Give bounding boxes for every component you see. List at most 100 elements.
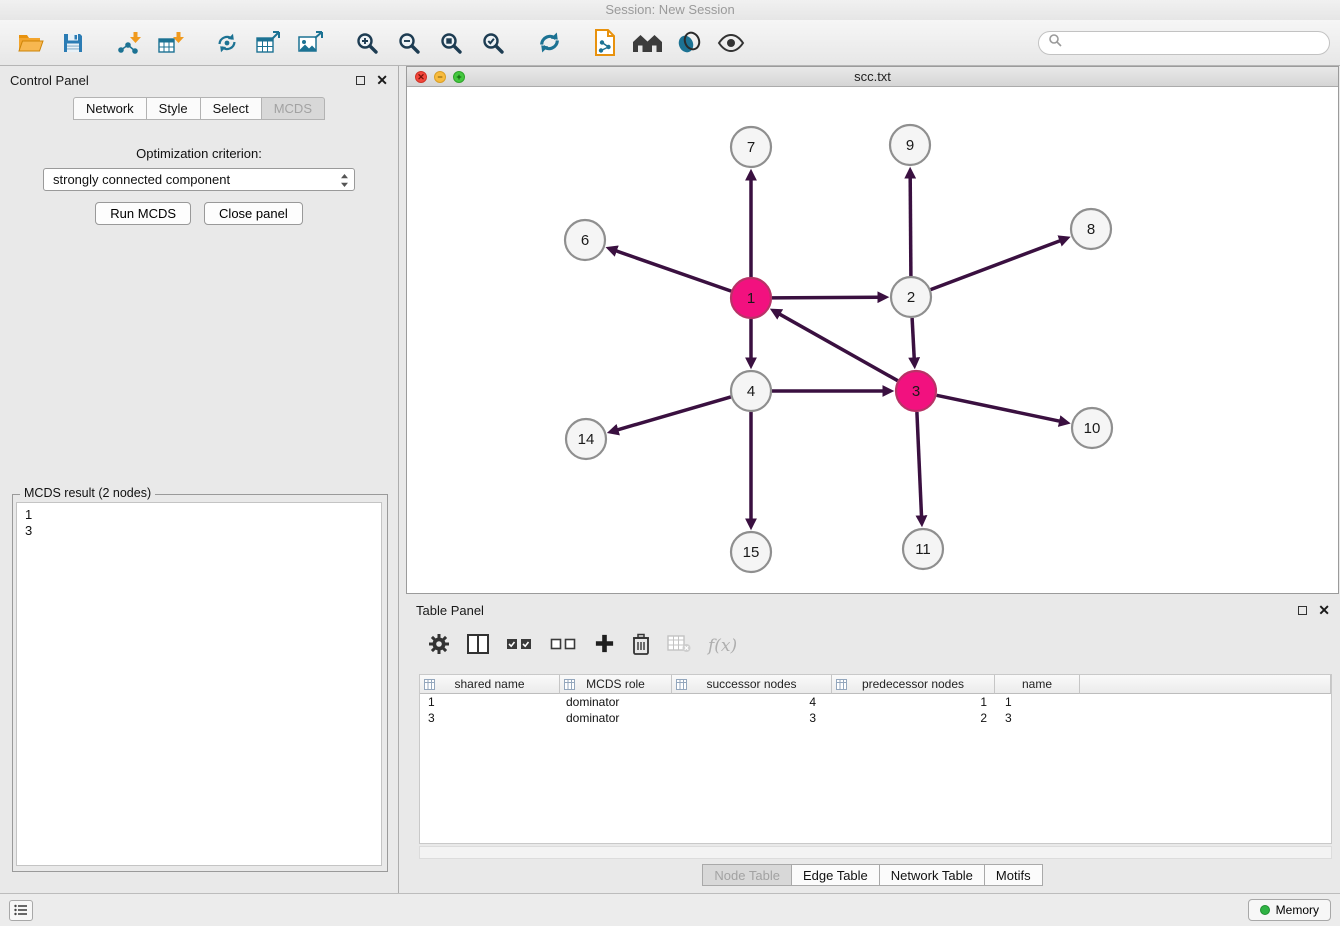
window-close-icon[interactable]: ✕ [415, 71, 427, 83]
node-label: 9 [906, 137, 914, 154]
edge-3-1[interactable] [780, 314, 898, 381]
network-canvas[interactable]: 7968124314101511 [407, 87, 1338, 593]
node-label: 1 [747, 290, 755, 307]
save-session-icon[interactable] [52, 24, 94, 62]
export-image-icon[interactable] [290, 24, 332, 62]
network-graph[interactable]: 7968124314101511 [407, 87, 1338, 593]
edge-2-3[interactable] [912, 318, 914, 358]
table-cell: dominator [560, 710, 672, 726]
criterion-value: strongly connected component [53, 172, 230, 187]
column-header-successor-nodes[interactable]: successor nodes [672, 675, 832, 694]
edge-1-6[interactable] [616, 251, 731, 291]
node-label: 4 [747, 383, 755, 400]
table-cell: dominator [560, 694, 672, 710]
list-icon [14, 904, 28, 916]
memory-label: Memory [1276, 903, 1319, 917]
table-row[interactable]: 1dominator411 [420, 694, 1331, 710]
delete-row-icon[interactable] [632, 633, 650, 660]
import-table-icon[interactable] [150, 24, 192, 62]
tab-select[interactable]: Select [201, 97, 262, 120]
close-panel-button[interactable]: Close panel [204, 202, 303, 225]
zoom-in-icon[interactable] [346, 24, 388, 62]
table-cell: 3 [672, 710, 832, 726]
export-table-icon[interactable] [248, 24, 290, 62]
mcds-result-box: MCDS result (2 nodes) 13 [12, 494, 388, 872]
column-type-icon [424, 679, 435, 693]
table-cell: 1 [832, 694, 995, 710]
apply-layout-icon[interactable] [528, 24, 570, 62]
tab-edge-table[interactable]: Edge Table [791, 864, 880, 886]
window-title: Session: New Session [0, 0, 1340, 20]
first-neighbors-icon[interactable] [626, 24, 668, 62]
search-box[interactable] [1038, 31, 1330, 55]
result-line: 1 [25, 507, 373, 523]
close-table-panel-icon[interactable]: ✕ [1318, 603, 1330, 617]
network-document-icon[interactable] [584, 24, 626, 62]
table-toolbar: f(x) [406, 626, 1340, 666]
search-icon [1048, 33, 1062, 52]
search-input[interactable] [1068, 35, 1320, 50]
column-type-icon [564, 679, 575, 693]
tab-motifs[interactable]: Motifs [984, 864, 1043, 886]
zoom-out-icon[interactable] [388, 24, 430, 62]
zoom-selected-icon[interactable] [472, 24, 514, 62]
network-overview-icon[interactable] [206, 24, 248, 62]
application-window: Session: New Session [0, 0, 1340, 926]
deselect-all-rows-icon[interactable] [550, 636, 577, 657]
node-label: 15 [743, 544, 760, 561]
float-table-panel-icon[interactable] [1298, 606, 1307, 615]
task-history-button[interactable] [9, 900, 33, 921]
close-panel-icon[interactable]: ✕ [376, 73, 388, 87]
table-settings-icon[interactable] [428, 633, 450, 660]
control-panel-tabs: Network Style Select MCDS [0, 97, 398, 120]
add-row-icon[interactable] [594, 633, 615, 659]
edge-1-2[interactable] [772, 297, 878, 298]
tab-node-table[interactable]: Node Table [702, 864, 792, 886]
network-window: ✕ − + scc.txt 7968124314101511 [406, 66, 1339, 594]
edge-2-9[interactable] [910, 178, 911, 276]
import-network-icon[interactable] [108, 24, 150, 62]
node-label: 14 [578, 431, 595, 448]
criterion-dropdown[interactable]: strongly connected component [43, 168, 355, 191]
column-header-predecessor-nodes[interactable]: predecessor nodes [832, 675, 995, 694]
table-hscrollbar[interactable] [419, 846, 1332, 859]
float-panel-icon[interactable] [356, 76, 365, 85]
memory-status-icon [1260, 905, 1270, 915]
table-cell: 4 [672, 694, 832, 710]
select-all-rows-icon[interactable] [506, 636, 533, 657]
table-cell: 1 [995, 694, 1080, 710]
edge-2-8[interactable] [931, 241, 1061, 290]
mcds-result-lines[interactable]: 13 [16, 502, 382, 866]
memory-button[interactable]: Memory [1248, 899, 1331, 921]
visual-style-icon[interactable] [668, 24, 710, 62]
open-session-icon[interactable] [10, 24, 52, 62]
tab-mcds[interactable]: MCDS [262, 97, 325, 120]
node-table-header: shared name MCDS role successor nodes pr… [420, 675, 1331, 694]
column-header-name[interactable]: name [995, 675, 1080, 694]
column-type-icon [676, 679, 687, 693]
node-label: 10 [1084, 420, 1101, 437]
optimization-criterion-label: Optimization criterion: [0, 146, 398, 161]
window-zoom-icon[interactable]: + [453, 71, 465, 83]
tab-network[interactable]: Network [73, 97, 147, 120]
node-label: 11 [915, 541, 931, 558]
column-header-shared-name[interactable]: shared name [420, 675, 560, 694]
table-panel-title: Table Panel [416, 603, 484, 618]
column-header-mcds-role[interactable]: MCDS role [560, 675, 672, 694]
node-label: 6 [581, 232, 589, 249]
run-mcds-button[interactable]: Run MCDS [95, 202, 191, 225]
tab-style[interactable]: Style [147, 97, 201, 120]
tab-network-table[interactable]: Network Table [879, 864, 985, 886]
column-visibility-icon[interactable] [467, 634, 489, 659]
mcds-result-title: MCDS result (2 nodes) [20, 486, 155, 500]
zoom-fit-icon[interactable] [430, 24, 472, 62]
column-header-filler [1080, 675, 1331, 694]
show-graphics-details-icon[interactable] [710, 24, 752, 62]
edge-3-11[interactable] [917, 412, 922, 516]
node-label: 2 [907, 289, 915, 306]
table-row[interactable]: 3dominator323 [420, 710, 1331, 726]
window-minimize-icon[interactable]: − [434, 71, 446, 83]
edge-3-10[interactable] [937, 395, 1060, 421]
column-type-icon [836, 679, 847, 693]
edge-4-14[interactable] [618, 397, 731, 430]
